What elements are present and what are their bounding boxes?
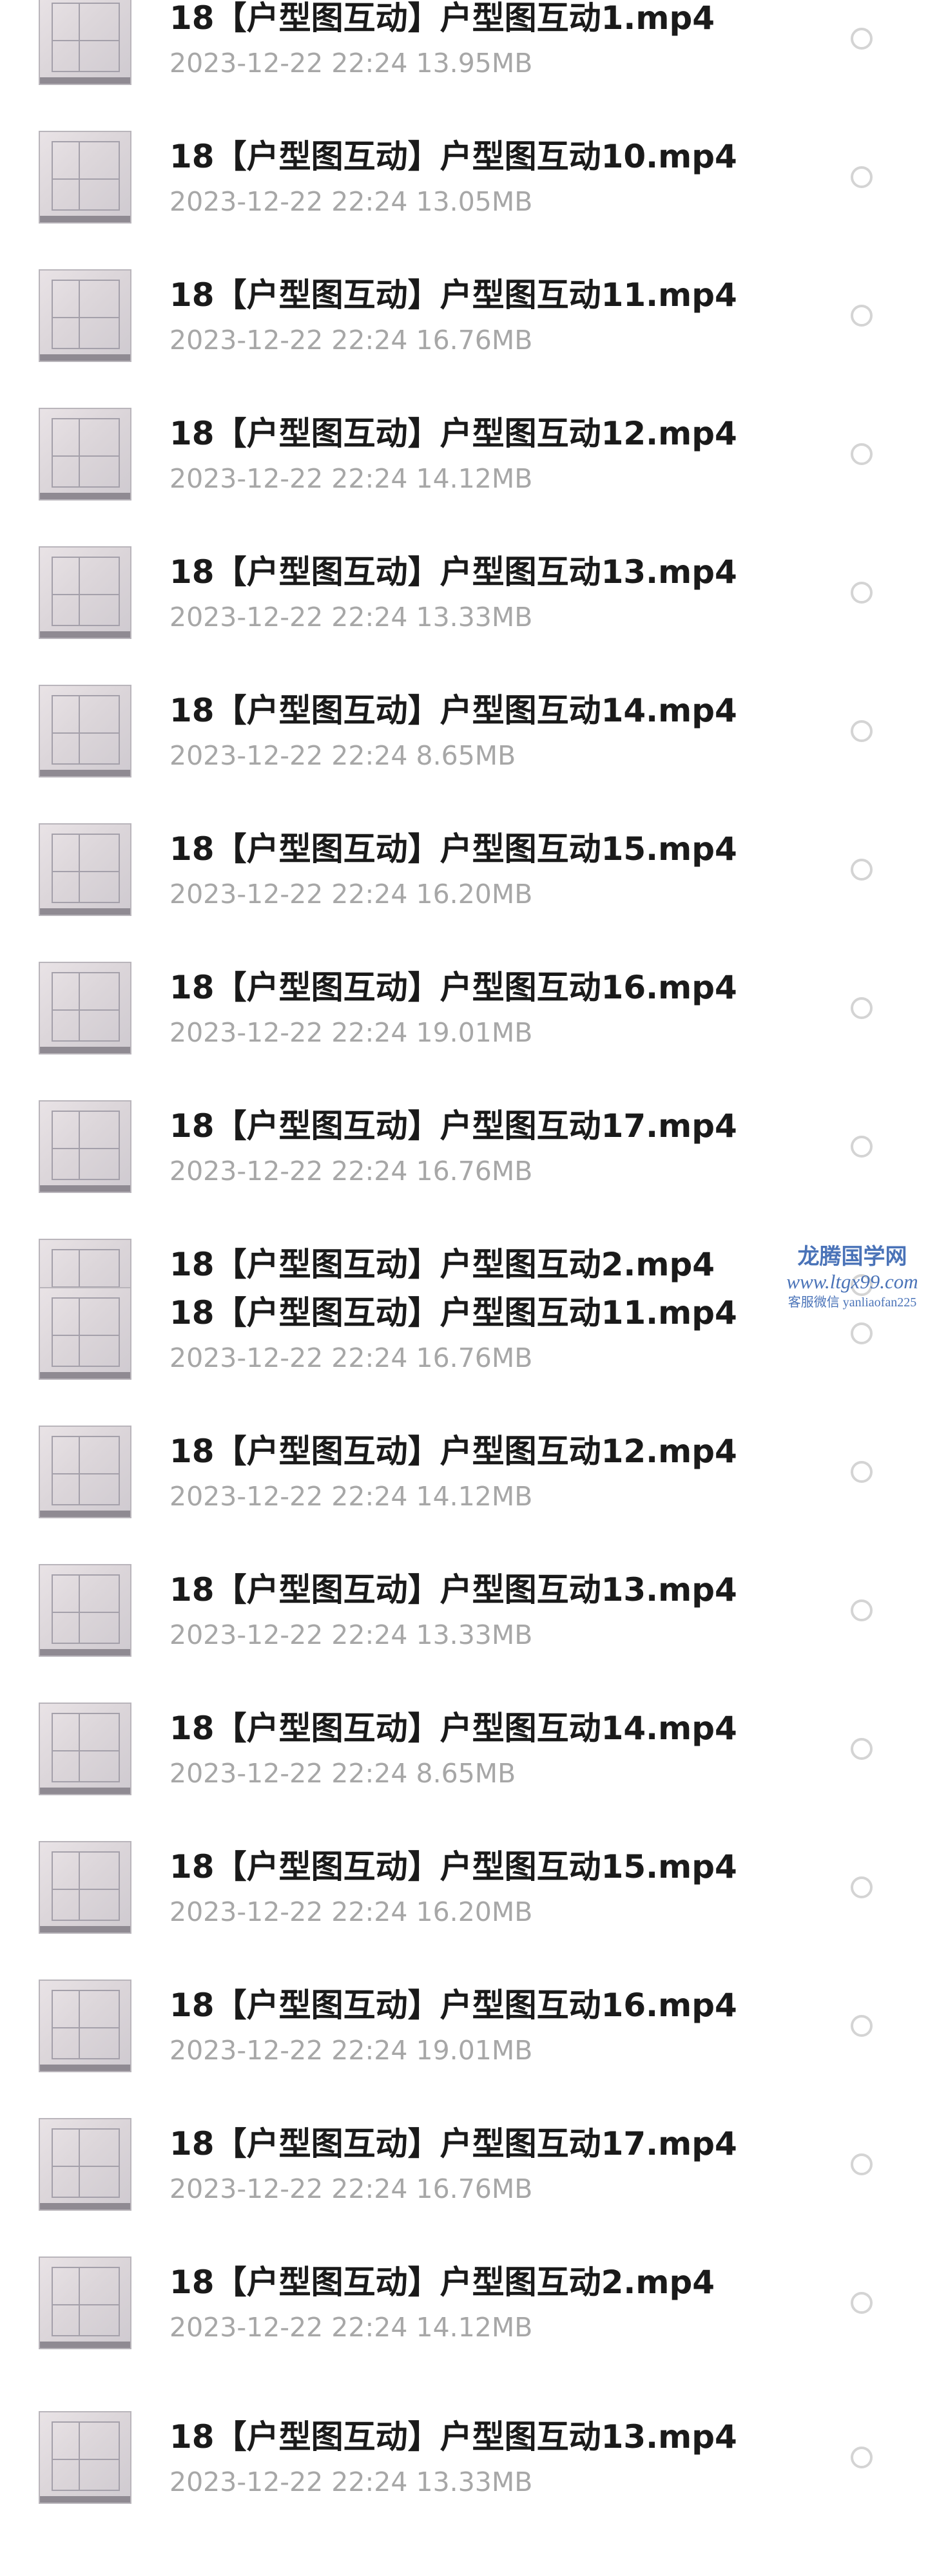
radio-unchecked-icon[interactable] (851, 2447, 873, 2468)
file-name: 18【户型图互动】户型图互动12.mp4 (169, 1433, 737, 1470)
file-list-item[interactable]: 18【户型图互动】户型图互动13.mp4 2023-12-22 22:24 13.… (0, 1540, 928, 1668)
video-thumbnail-icon (39, 408, 131, 501)
file-meta: 2023-12-22 22:24 16.76MB (169, 1156, 533, 1187)
radio-unchecked-icon[interactable] (851, 582, 873, 604)
file-name: 18【户型图互动】户型图互动13.mp4 (169, 2418, 737, 2456)
file-meta: 2023-12-22 22:24 13.05MB (169, 186, 533, 217)
video-thumbnail-icon (39, 2118, 131, 2211)
file-name: 18【户型图互动】户型图互动11.mp4 (169, 276, 737, 314)
file-meta: 2023-12-22 22:24 13.33MB (169, 1619, 533, 1650)
file-name: 18【户型图互动】户型图互动2.mp4 (169, 2264, 715, 2301)
file-meta: 2023-12-22 22:24 19.01MB (169, 2035, 533, 2066)
file-list-item[interactable]: 18【户型图互动】户型图互动16.mp4 2023-12-22 22:24 19.… (0, 937, 928, 1066)
radio-unchecked-icon[interactable] (851, 2015, 873, 2037)
file-meta: 2023-12-22 22:24 14.12MB (169, 1481, 533, 1512)
file-meta: 2023-12-22 22:24 13.33MB (169, 2466, 533, 2497)
file-meta: 2023-12-22 22:24 16.76MB (169, 325, 533, 356)
file-list-item[interactable]: 18【户型图互动】户型图互动14.mp4 2023-12-22 22:24 8.6… (0, 660, 928, 789)
video-thumbnail-icon (39, 1564, 131, 1657)
file-name: 18【户型图互动】户型图互动1.mp4 (169, 0, 715, 37)
radio-unchecked-icon[interactable] (851, 2153, 873, 2175)
file-meta: 2023-12-22 22:24 13.95MB (169, 48, 533, 79)
file-list-item[interactable]: 18【户型图互动】户型图互动16.mp4 2023-12-22 22:24 19.… (0, 1955, 928, 2084)
file-list-item[interactable]: 18【户型图互动】户型图互动13.mp4 2023-12-22 22:24 13.… (0, 522, 928, 651)
radio-unchecked-icon[interactable] (851, 166, 873, 188)
file-meta: 2023-12-22 22:24 16.20MB (169, 879, 533, 910)
video-thumbnail-icon (39, 823, 131, 916)
file-name: 18【户型图互动】户型图互动14.mp4 (169, 692, 737, 729)
file-name: 18【户型图互动】户型图互动16.mp4 (169, 969, 737, 1006)
watermark-title: 龙腾国学网 (797, 1245, 907, 1269)
file-list-item[interactable]: 18【户型图互动】户型图互动15.mp4 2023-12-22 22:24 16.… (0, 1817, 928, 1945)
file-name: 18【户型图互动】户型图互动15.mp4 (169, 830, 737, 868)
video-thumbnail-icon (39, 685, 131, 778)
radio-unchecked-icon[interactable] (851, 1738, 873, 1760)
file-list-item[interactable]: 18【户型图互动】户型图互动12.mp4 2023-12-22 22:24 14.… (0, 1401, 928, 1530)
file-meta: 2023-12-22 22:24 19.01MB (169, 1017, 533, 1048)
video-thumbnail-icon (39, 1980, 131, 2072)
file-meta: 2023-12-22 22:24 16.20MB (169, 1896, 533, 1927)
radio-unchecked-icon[interactable] (851, 1876, 873, 1898)
file-name: 18【户型图互动】户型图互动17.mp4 (169, 2125, 737, 2162)
file-name: 18【户型图互动】户型图互动13.mp4 (169, 1571, 737, 1608)
file-list-item[interactable]: 18【户型图互动】户型图互动17.mp4 2023-12-22 22:24 16.… (0, 2094, 928, 2222)
file-name: 18【户型图互动】户型图互动12.mp4 (169, 415, 737, 452)
video-thumbnail-icon (39, 1100, 131, 1193)
radio-unchecked-icon[interactable] (851, 720, 873, 742)
video-thumbnail-icon (39, 1426, 131, 1518)
watermark: 龙腾国学网 www.ltgx99.com 客服微信 yanliaofan225 (777, 1245, 928, 1312)
radio-unchecked-icon[interactable] (851, 1599, 873, 1621)
video-thumbnail-icon (39, 0, 131, 85)
radio-unchecked-icon[interactable] (851, 2292, 873, 2314)
file-meta: 2023-12-22 22:24 8.65MB (169, 1758, 516, 1789)
radio-unchecked-icon[interactable] (851, 28, 873, 50)
file-name: 18【户型图互动】户型图互动17.mp4 (169, 1107, 737, 1145)
file-meta: 2023-12-22 22:24 16.76MB (169, 2173, 533, 2204)
file-list-item[interactable]: 18【户型图互动】户型图互动12.mp4 2023-12-22 22:24 14.… (0, 383, 928, 512)
file-meta: 2023-12-22 22:24 14.12MB (169, 463, 533, 494)
radio-unchecked-icon[interactable] (851, 1322, 873, 1344)
video-thumbnail-icon (39, 1287, 131, 1380)
video-thumbnail-icon (39, 962, 131, 1054)
video-thumbnail-icon (39, 269, 131, 362)
radio-unchecked-icon[interactable] (851, 997, 873, 1019)
file-list-item[interactable]: 18【户型图互动】户型图互动1.mp4 2023-12-22 22:24 13.9… (0, 0, 928, 97)
file-list-item[interactable]: 18【户型图互动】户型图互动14.mp4 2023-12-22 22:24 8.6… (0, 1678, 928, 1807)
file-name: 18【户型图互动】户型图互动15.mp4 (169, 1848, 737, 1885)
radio-unchecked-icon[interactable] (851, 1136, 873, 1158)
watermark-url: www.ltgx99.com (786, 1270, 918, 1293)
file-meta: 2023-12-22 22:24 13.33MB (169, 602, 533, 633)
file-meta: 2023-12-22 22:24 8.65MB (169, 740, 516, 771)
file-meta: 2023-12-22 22:24 14.12MB (169, 2312, 533, 2343)
file-list-item[interactable]: 18【户型图互动】户型图互动10.mp4 2023-12-22 22:24 13.… (0, 106, 928, 235)
file-name: 18【户型图互动】户型图互动11.mp4 (169, 1294, 737, 1331)
file-name: 18【户型图互动】户型图互动14.mp4 (169, 1710, 737, 1747)
video-thumbnail-icon (39, 2411, 131, 2504)
file-meta: 2023-12-22 22:24 16.76MB (169, 1342, 533, 1373)
radio-unchecked-icon[interactable] (851, 305, 873, 327)
file-list-item[interactable]: 18【户型图互动】户型图互动17.mp4 2023-12-22 22:24 16.… (0, 1076, 928, 1205)
radio-unchecked-icon[interactable] (851, 1461, 873, 1483)
video-thumbnail-icon (39, 1841, 131, 1934)
file-list-item[interactable]: 18【户型图互动】户型图互动13.mp4 2023-12-22 22:24 13.… (0, 2387, 928, 2515)
file-name: 18【户型图互动】户型图互动13.mp4 (169, 553, 737, 591)
radio-unchecked-icon[interactable] (851, 443, 873, 465)
video-thumbnail-icon (39, 2256, 131, 2349)
radio-unchecked-icon[interactable] (851, 859, 873, 881)
file-list-item[interactable]: 18【户型图互动】户型图互动15.mp4 2023-12-22 22:24 16.… (0, 799, 928, 928)
file-list-item[interactable]: 18【户型图互动】户型图互动2.mp4 2023-12-22 22:24 14.1… (0, 2232, 928, 2361)
file-name: 18【户型图互动】户型图互动10.mp4 (169, 138, 737, 175)
video-thumbnail-icon (39, 131, 131, 224)
video-thumbnail-icon (39, 1703, 131, 1795)
video-thumbnail-icon (39, 546, 131, 639)
watermark-contact: 客服微信 yanliaofan225 (788, 1295, 917, 1310)
file-list-item[interactable]: 18【户型图互动】户型图互动11.mp4 2023-12-22 22:24 16.… (0, 245, 928, 374)
file-name: 18【户型图互动】户型图互动16.mp4 (169, 1987, 737, 2024)
